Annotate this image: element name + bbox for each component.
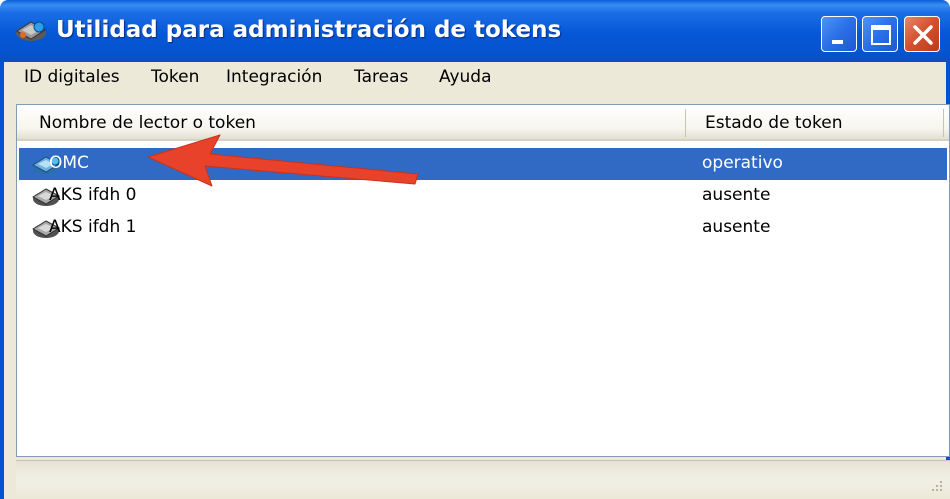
maximize-icon bbox=[871, 25, 891, 45]
column-header-status[interactable]: Estado de token bbox=[705, 113, 842, 133]
status-bar bbox=[16, 460, 950, 499]
column-header-name[interactable]: Nombre de lector o token bbox=[39, 113, 256, 133]
menu-integracion[interactable]: Integración bbox=[226, 67, 322, 87]
row-name: AKS ifdh 1 bbox=[49, 217, 137, 237]
column-divider[interactable] bbox=[685, 109, 686, 137]
resize-grip-icon[interactable] bbox=[928, 477, 944, 493]
menu-token[interactable]: Token bbox=[151, 67, 199, 87]
row-name: AKS ifdh 0 bbox=[49, 185, 137, 205]
main-frame: Nombre de lector o token Estado de token… bbox=[0, 97, 950, 499]
token-reader-icon bbox=[16, 21, 46, 41]
row-status: ausente bbox=[702, 217, 771, 237]
menu-tareas[interactable]: Tareas bbox=[354, 67, 408, 87]
row-status: operativo bbox=[702, 153, 783, 173]
list-header: Nombre de lector o token Estado de token bbox=[17, 105, 949, 141]
table-row-aks-ifdh-0[interactable]: AKS ifdh 0 ausente bbox=[19, 180, 947, 212]
minimize-button[interactable] bbox=[821, 16, 857, 52]
menu-ayuda[interactable]: Ayuda bbox=[439, 67, 492, 87]
row-status: ausente bbox=[702, 185, 771, 205]
column-divider[interactable] bbox=[943, 109, 944, 137]
maximize-button[interactable] bbox=[862, 16, 898, 52]
close-icon bbox=[913, 25, 933, 45]
title-bar[interactable]: Utilidad para administración de tokens bbox=[0, 0, 950, 62]
minimize-icon bbox=[832, 40, 843, 44]
menu-bar: ID digitales Token Integración Tareas Ay… bbox=[0, 62, 950, 97]
menu-id-digitales[interactable]: ID digitales bbox=[24, 67, 120, 87]
close-button[interactable] bbox=[904, 16, 940, 52]
window-title: Utilidad para administración de tokens bbox=[56, 17, 562, 43]
table-row-omc[interactable]: OMC operativo bbox=[19, 148, 947, 180]
table-row-aks-ifdh-1[interactable]: AKS ifdh 1 ausente bbox=[19, 212, 947, 244]
token-list[interactable]: Nombre de lector o token Estado de token… bbox=[16, 104, 950, 457]
row-name: OMC bbox=[49, 153, 89, 173]
